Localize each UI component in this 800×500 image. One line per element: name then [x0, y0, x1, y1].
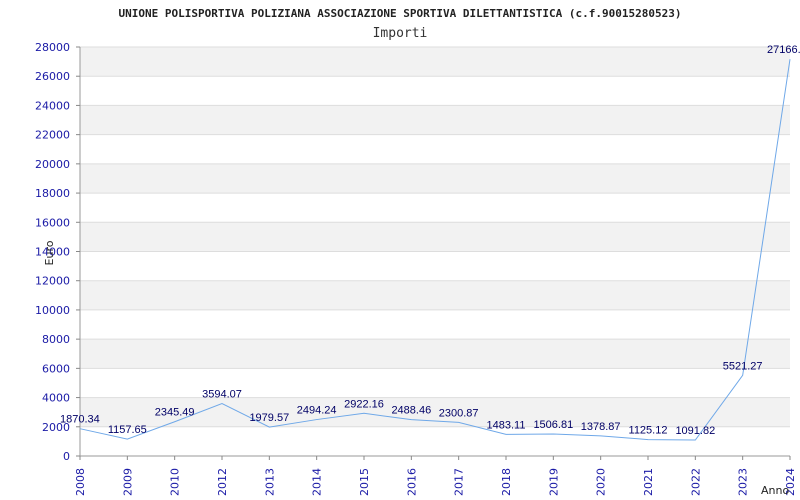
- grid-band: [80, 105, 790, 135]
- data-label: 1378.87: [581, 421, 621, 433]
- y-axis-label: Euro: [43, 240, 56, 265]
- x-tick-label: 2012: [216, 468, 229, 496]
- x-tick-label: 2022: [689, 468, 702, 496]
- x-tick-label: 2020: [595, 468, 608, 496]
- x-tick-label: 2014: [311, 468, 324, 496]
- y-tick-label: 12000: [35, 275, 70, 288]
- data-label: 2488.46: [391, 405, 431, 417]
- data-label: 1125.12: [629, 425, 668, 437]
- data-label: 1157.65: [108, 424, 147, 436]
- data-label: 1870.34: [60, 414, 100, 426]
- data-label: 2345.49: [155, 407, 195, 419]
- x-tick-label: 2017: [453, 468, 466, 496]
- y-tick-label: 8000: [42, 333, 70, 346]
- data-label: 2922.16: [344, 398, 384, 410]
- x-tick-label: 2016: [405, 468, 418, 496]
- x-tick-label: 2018: [500, 468, 513, 496]
- grid-bands: [80, 47, 790, 427]
- x-axis-label: Anno: [761, 484, 789, 497]
- y-tick-label: 24000: [35, 99, 70, 112]
- x-tick-label: 2009: [121, 468, 134, 496]
- chart-title: UNIONE POLISPORTIVA POLIZIANA ASSOCIAZIO…: [119, 7, 682, 20]
- x-ticks: 2008 2009 2010 2012 2013 2014 2015 2016 2017 2018…: [74, 456, 797, 496]
- chart-subtitle: Importi: [373, 26, 428, 41]
- x-tick-label: 2021: [642, 468, 655, 496]
- data-label: 3594.07: [202, 389, 242, 401]
- data-label: 27166.: [767, 44, 800, 56]
- y-tick-label: 10000: [35, 304, 70, 317]
- data-label: 1483.11: [487, 419, 526, 431]
- y-tick-label: 20000: [35, 158, 70, 171]
- grid-band: [80, 222, 790, 252]
- y-tick-label: 6000: [42, 362, 70, 375]
- x-tick-label: 2010: [169, 468, 182, 496]
- data-label: 1091.82: [675, 425, 715, 437]
- grid-band: [80, 339, 790, 369]
- grid-band: [80, 280, 790, 310]
- x-tick-label: 2008: [74, 468, 87, 496]
- y-tick-label: 18000: [35, 187, 70, 200]
- data-label: 2494.24: [297, 405, 337, 417]
- y-tick-label: 0: [63, 450, 70, 463]
- x-tick-label: 2019: [547, 468, 560, 496]
- grid-band: [80, 163, 790, 194]
- grid-band: [80, 47, 790, 77]
- y-ticks: 0200040006000800010000120001400016000180…: [35, 41, 80, 463]
- y-tick-label: 26000: [35, 70, 70, 83]
- x-tick-label: 2023: [737, 468, 750, 496]
- y-tick-label: 22000: [35, 129, 70, 142]
- chart: 0200040006000800010000120001400016000180…: [35, 7, 800, 497]
- y-tick-label: 16000: [35, 216, 70, 229]
- y-tick-label: 4000: [42, 392, 70, 405]
- x-tick-label: 2015: [358, 468, 371, 496]
- x-tick-label: 2013: [263, 468, 276, 496]
- data-label: 1979.57: [249, 412, 289, 424]
- data-label: 1506.81: [533, 419, 573, 431]
- y-tick-label: 28000: [35, 41, 70, 54]
- data-label: 2300.87: [439, 407, 479, 419]
- data-label: 5521.27: [723, 360, 763, 372]
